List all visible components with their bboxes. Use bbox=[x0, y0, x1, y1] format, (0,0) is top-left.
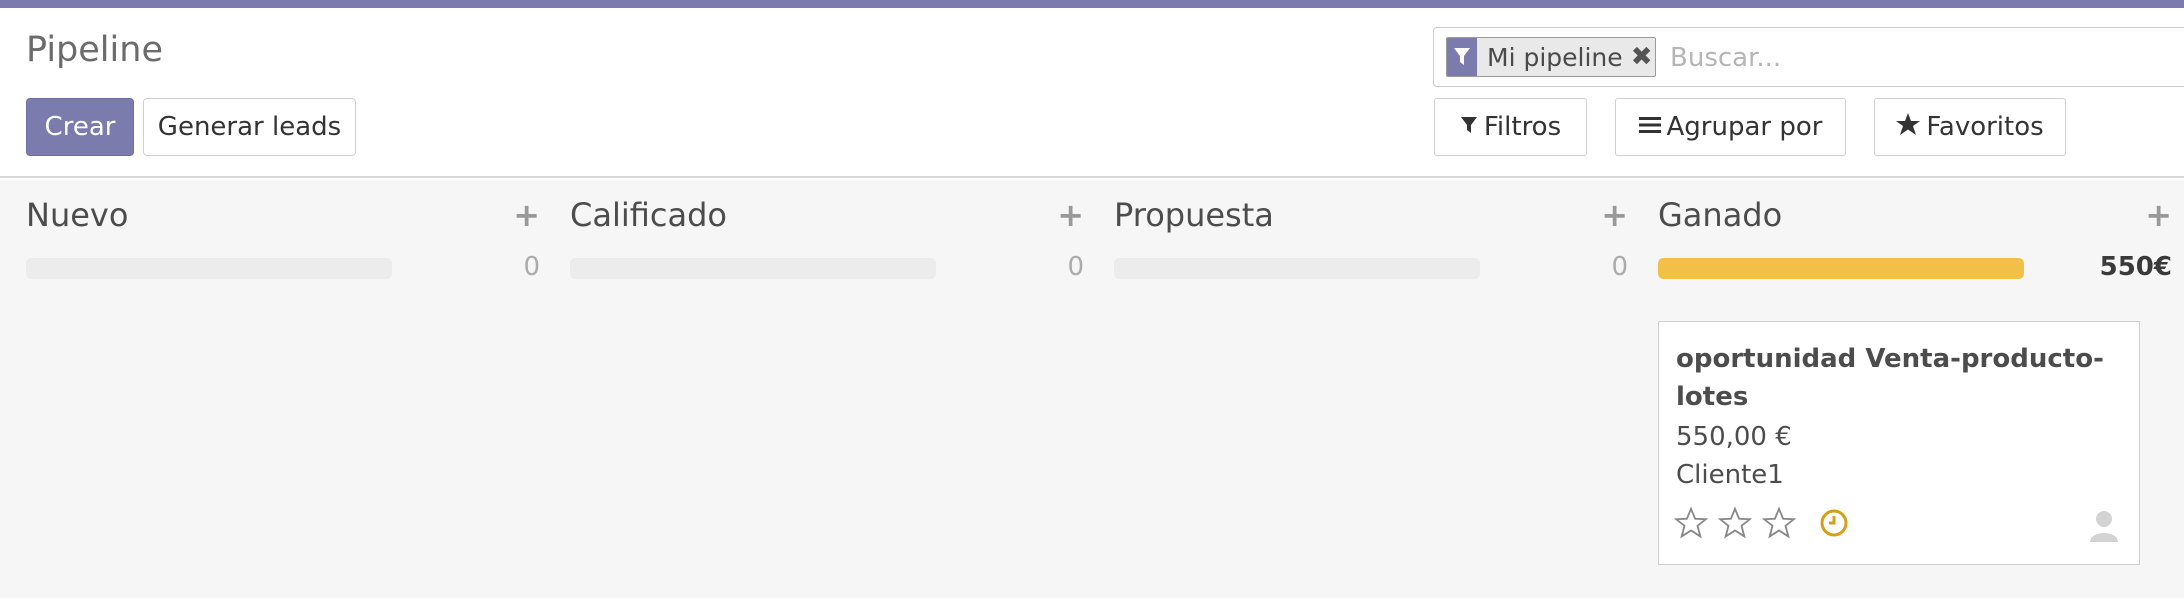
generate-leads-button[interactable]: Generar leads bbox=[143, 98, 356, 156]
facet-remove-icon[interactable]: ✖ bbox=[1629, 38, 1655, 76]
customer-name: Cliente1 bbox=[1676, 460, 1784, 490]
search-bar[interactable]: Mi pipeline ✖ bbox=[1433, 27, 2184, 87]
page-title: Pipeline bbox=[26, 30, 163, 70]
filters-button-label: Filtros bbox=[1483, 112, 1562, 142]
column-title: Propuesta bbox=[1114, 196, 1274, 234]
priority-stars bbox=[1674, 506, 1796, 540]
column-title: Ganado bbox=[1658, 196, 1783, 234]
column-total: 0 bbox=[523, 252, 540, 282]
column-quick-create-button[interactable]: + bbox=[513, 196, 540, 234]
favorites-button-label: Favoritos bbox=[1926, 112, 2044, 142]
filter-icon bbox=[1460, 112, 1478, 142]
column-quick-create-button[interactable]: + bbox=[2145, 196, 2172, 234]
kanban-column-nuevo: Nuevo + 0 bbox=[26, 180, 540, 598]
kanban-card[interactable]: oportunidad Venta-producto-lotes 550,00 … bbox=[1658, 321, 2140, 565]
bars-icon bbox=[1638, 112, 1661, 142]
opportunity-title: oportunidad Venta-producto-lotes bbox=[1676, 344, 2104, 412]
column-total: 0 bbox=[1067, 252, 1084, 282]
search-facet-label: Mi pipeline bbox=[1487, 42, 1623, 72]
column-quick-create-button[interactable]: + bbox=[1057, 196, 1084, 234]
priority-star-icon[interactable] bbox=[1674, 506, 1708, 540]
search-input[interactable] bbox=[1670, 40, 2170, 76]
group-by-button-label: Agrupar por bbox=[1666, 112, 1823, 142]
column-total: 0 bbox=[1611, 252, 1628, 282]
clock-icon[interactable] bbox=[1819, 508, 1849, 538]
user-avatar-icon[interactable] bbox=[2087, 508, 2121, 542]
kanban-column-propuesta: Propuesta + 0 bbox=[1114, 180, 1628, 598]
search-facet[interactable]: Mi pipeline ✖ bbox=[1446, 37, 1656, 77]
top-navbar bbox=[0, 0, 2184, 8]
priority-star-icon[interactable] bbox=[1762, 506, 1796, 540]
column-title: Calificado bbox=[570, 196, 727, 234]
kanban-column-ganado: Ganado + 550€ oportunidad Venta-producto… bbox=[1658, 180, 2172, 598]
column-quick-create-button[interactable]: + bbox=[1601, 196, 1628, 234]
group-by-button[interactable]: Agrupar por bbox=[1615, 98, 1846, 156]
favorites-button[interactable]: Favoritos bbox=[1874, 98, 2066, 156]
kanban-board: Nuevo + 0 Calificado + 0 Propuesta + 0 G… bbox=[0, 180, 2184, 598]
kanban-column-calificado: Calificado + 0 bbox=[570, 180, 1084, 598]
priority-star-icon[interactable] bbox=[1718, 506, 1752, 540]
filters-button[interactable]: Filtros bbox=[1434, 98, 1587, 156]
star-icon bbox=[1896, 112, 1921, 142]
column-total: 550€ bbox=[2099, 252, 2172, 282]
column-progress-bar[interactable] bbox=[26, 258, 392, 279]
filter-icon bbox=[1447, 38, 1477, 76]
progress-fill bbox=[1658, 258, 2024, 279]
column-progress-bar[interactable] bbox=[570, 258, 936, 279]
create-button[interactable]: Crear bbox=[26, 98, 134, 156]
column-progress-bar[interactable] bbox=[1658, 258, 2024, 279]
opportunity-amount: 550,00 € bbox=[1676, 422, 1792, 452]
control-panel: Pipeline Crear Generar leads Mi pipeline… bbox=[0, 8, 2184, 178]
column-progress-bar[interactable] bbox=[1114, 258, 1480, 279]
column-title: Nuevo bbox=[26, 196, 129, 234]
